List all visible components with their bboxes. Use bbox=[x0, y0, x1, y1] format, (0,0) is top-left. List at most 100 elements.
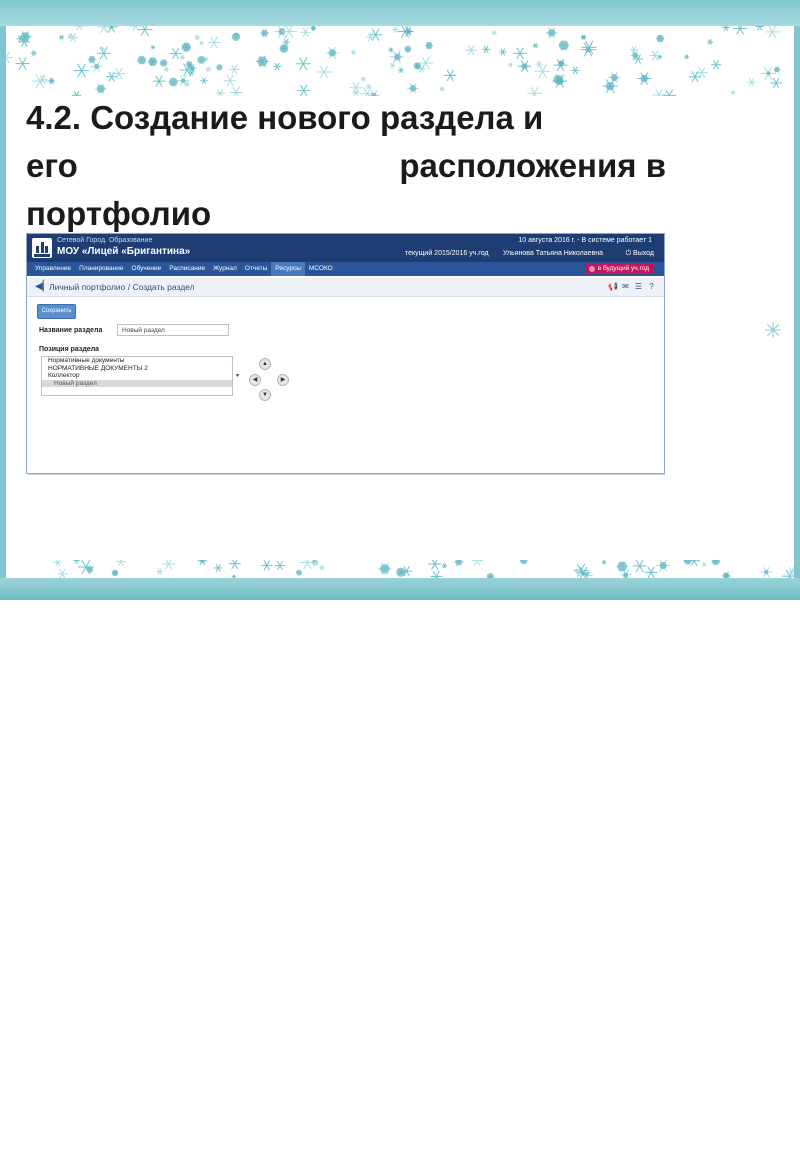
snowflake-icon bbox=[152, 75, 166, 87]
move-up-button[interactable]: ▲ bbox=[259, 358, 271, 370]
snowflake-icon bbox=[216, 64, 223, 71]
snowflake-icon bbox=[558, 40, 570, 51]
megaphone-icon[interactable]: 📢 bbox=[608, 282, 618, 291]
snowflake-icon bbox=[388, 47, 394, 53]
move-right-button[interactable]: ▶ bbox=[277, 374, 289, 386]
snowflake-icon bbox=[214, 564, 223, 572]
slide-title-line-1: 4.2. Создание нового раздела и bbox=[26, 99, 544, 136]
breadcrumb-tools: 📢 ✉ ☰ ? bbox=[608, 282, 656, 291]
school-year-selector[interactable]: текущий 2015/2016 уч.год bbox=[405, 250, 489, 257]
user-name[interactable]: Ульянова Татьяна Николаевна bbox=[503, 250, 603, 257]
snowflake-icon bbox=[602, 79, 618, 94]
snowflake-icon bbox=[513, 47, 527, 60]
save-button[interactable]: Сохранить bbox=[37, 304, 76, 319]
nav-item-msoko[interactable]: МСОКО bbox=[305, 262, 337, 276]
snowflake-icon bbox=[325, 46, 340, 59]
snowflake-icon bbox=[179, 55, 185, 60]
logo-icon[interactable] bbox=[32, 238, 52, 258]
snowflake-icon bbox=[430, 570, 443, 578]
move-left-button[interactable]: ◀ bbox=[249, 374, 261, 386]
snowflake-icon bbox=[197, 560, 208, 566]
snowflake-decoration bbox=[6, 26, 782, 96]
copyright-text: © Фокина Лидия Петровна bbox=[12, 1160, 124, 1170]
snowflake-icon bbox=[711, 560, 720, 566]
snowflake-icon bbox=[112, 68, 126, 80]
nav-item-management[interactable]: Управление bbox=[31, 262, 75, 276]
snowflake-icon bbox=[482, 45, 491, 54]
snowflake-icon bbox=[441, 563, 448, 569]
list-item[interactable]: НОРМАТИВНЫЕ ДОКУМЕНТЫ 2 bbox=[42, 365, 232, 373]
snowflake-icon bbox=[655, 560, 671, 573]
exit-link[interactable]: ⏻ Выход bbox=[626, 250, 654, 258]
snowflake-icon bbox=[499, 48, 507, 56]
nav-item-journal[interactable]: Журнал bbox=[209, 262, 241, 276]
slide-bottom-band: © Фокина Лидия Петровна bbox=[0, 578, 800, 1170]
snowflake-icon bbox=[197, 55, 206, 64]
system-name: Сетевой Город. Образование bbox=[57, 237, 153, 244]
breadcrumb: Личный портфолио / Создать раздел bbox=[49, 282, 195, 292]
snowflake-icon bbox=[47, 77, 56, 85]
snowflake-icon bbox=[396, 567, 406, 577]
snowflake-decoration-bottom bbox=[53, 560, 794, 578]
snowflake-icon bbox=[159, 59, 168, 67]
section-position-list[interactable]: Нормативные документы НОРМАТИВНЫЕ ДОКУМЕ… bbox=[41, 356, 240, 396]
scroll-arrow-icon[interactable]: ▼ bbox=[235, 373, 240, 379]
nav-item-resources[interactable]: Ресурсы bbox=[271, 262, 305, 276]
nav-item-schedule[interactable]: Расписание bbox=[165, 262, 209, 276]
snowflake-icon bbox=[644, 566, 658, 578]
exit-label: Выход bbox=[633, 250, 654, 257]
snowflake-icon bbox=[491, 30, 497, 36]
snowflake-icon bbox=[73, 63, 90, 78]
snowflake-icon bbox=[508, 62, 513, 67]
list-item[interactable]: Коллектор bbox=[42, 372, 232, 380]
snowflake-icon bbox=[535, 60, 543, 68]
snowflake-icon bbox=[6, 51, 13, 64]
snowflake-icon bbox=[115, 560, 126, 567]
snowflake-icon bbox=[274, 560, 286, 571]
section-name-input[interactable] bbox=[117, 324, 229, 336]
snowflake-icon bbox=[228, 560, 241, 570]
snowflake-icon bbox=[755, 26, 764, 31]
snowflake-icon bbox=[300, 560, 315, 570]
breadcrumb-bar: ◀▏ Личный портфолио / Создать раздел 📢 ✉… bbox=[27, 278, 664, 297]
snowflake-icon bbox=[137, 56, 147, 65]
snowflake-icon bbox=[59, 34, 65, 40]
snowflake-icon bbox=[553, 74, 564, 85]
nav-item-reports[interactable]: Отчеты bbox=[241, 262, 271, 276]
snowflake-icon bbox=[392, 52, 403, 62]
snowflake-icon bbox=[350, 49, 357, 56]
snowflake-icon bbox=[378, 562, 392, 575]
snowflake-icon bbox=[404, 45, 412, 53]
snowflake-icon bbox=[150, 45, 156, 50]
snowflake-icon bbox=[471, 560, 483, 566]
snowflake-icon bbox=[181, 42, 191, 52]
snowflake-icon bbox=[786, 566, 794, 576]
mail-icon[interactable]: ✉ bbox=[621, 282, 630, 291]
snowflake-icon bbox=[15, 57, 30, 70]
list-item[interactable]: Нормативные документы bbox=[42, 357, 232, 365]
nav-item-planning[interactable]: Планирование bbox=[75, 262, 127, 276]
snowflake-icon bbox=[318, 565, 325, 571]
snowflake-icon bbox=[261, 560, 273, 571]
snowflake-icon bbox=[465, 44, 477, 56]
future-year-label: в будущий уч.год bbox=[597, 265, 649, 272]
snowflake-icon bbox=[111, 569, 119, 577]
snowflake-icon bbox=[296, 569, 302, 576]
help-icon[interactable]: ? bbox=[647, 282, 656, 291]
snowflake-icon bbox=[205, 66, 212, 73]
snowflake-icon bbox=[398, 67, 404, 74]
list-item-selected[interactable]: Новый раздел bbox=[42, 379, 232, 387]
snowflake-icon bbox=[706, 39, 714, 45]
future-year-button[interactable]: в будущий уч.год bbox=[585, 264, 654, 274]
move-down-button[interactable]: ▼ bbox=[259, 389, 271, 401]
slide-title: 4.2. Создание нового раздела и его распо… bbox=[26, 94, 726, 237]
circle-icon bbox=[588, 266, 595, 272]
nav-item-learning[interactable]: Обучение bbox=[128, 262, 166, 276]
section-name-label: Название раздела bbox=[39, 327, 103, 334]
list-icon[interactable]: ☰ bbox=[634, 282, 643, 291]
snowflake-icon bbox=[360, 76, 366, 82]
snowflake-icon bbox=[402, 26, 414, 37]
snowflake-icon bbox=[545, 27, 559, 39]
snowflake-icon bbox=[722, 26, 730, 31]
snowflake-icon bbox=[94, 83, 107, 95]
